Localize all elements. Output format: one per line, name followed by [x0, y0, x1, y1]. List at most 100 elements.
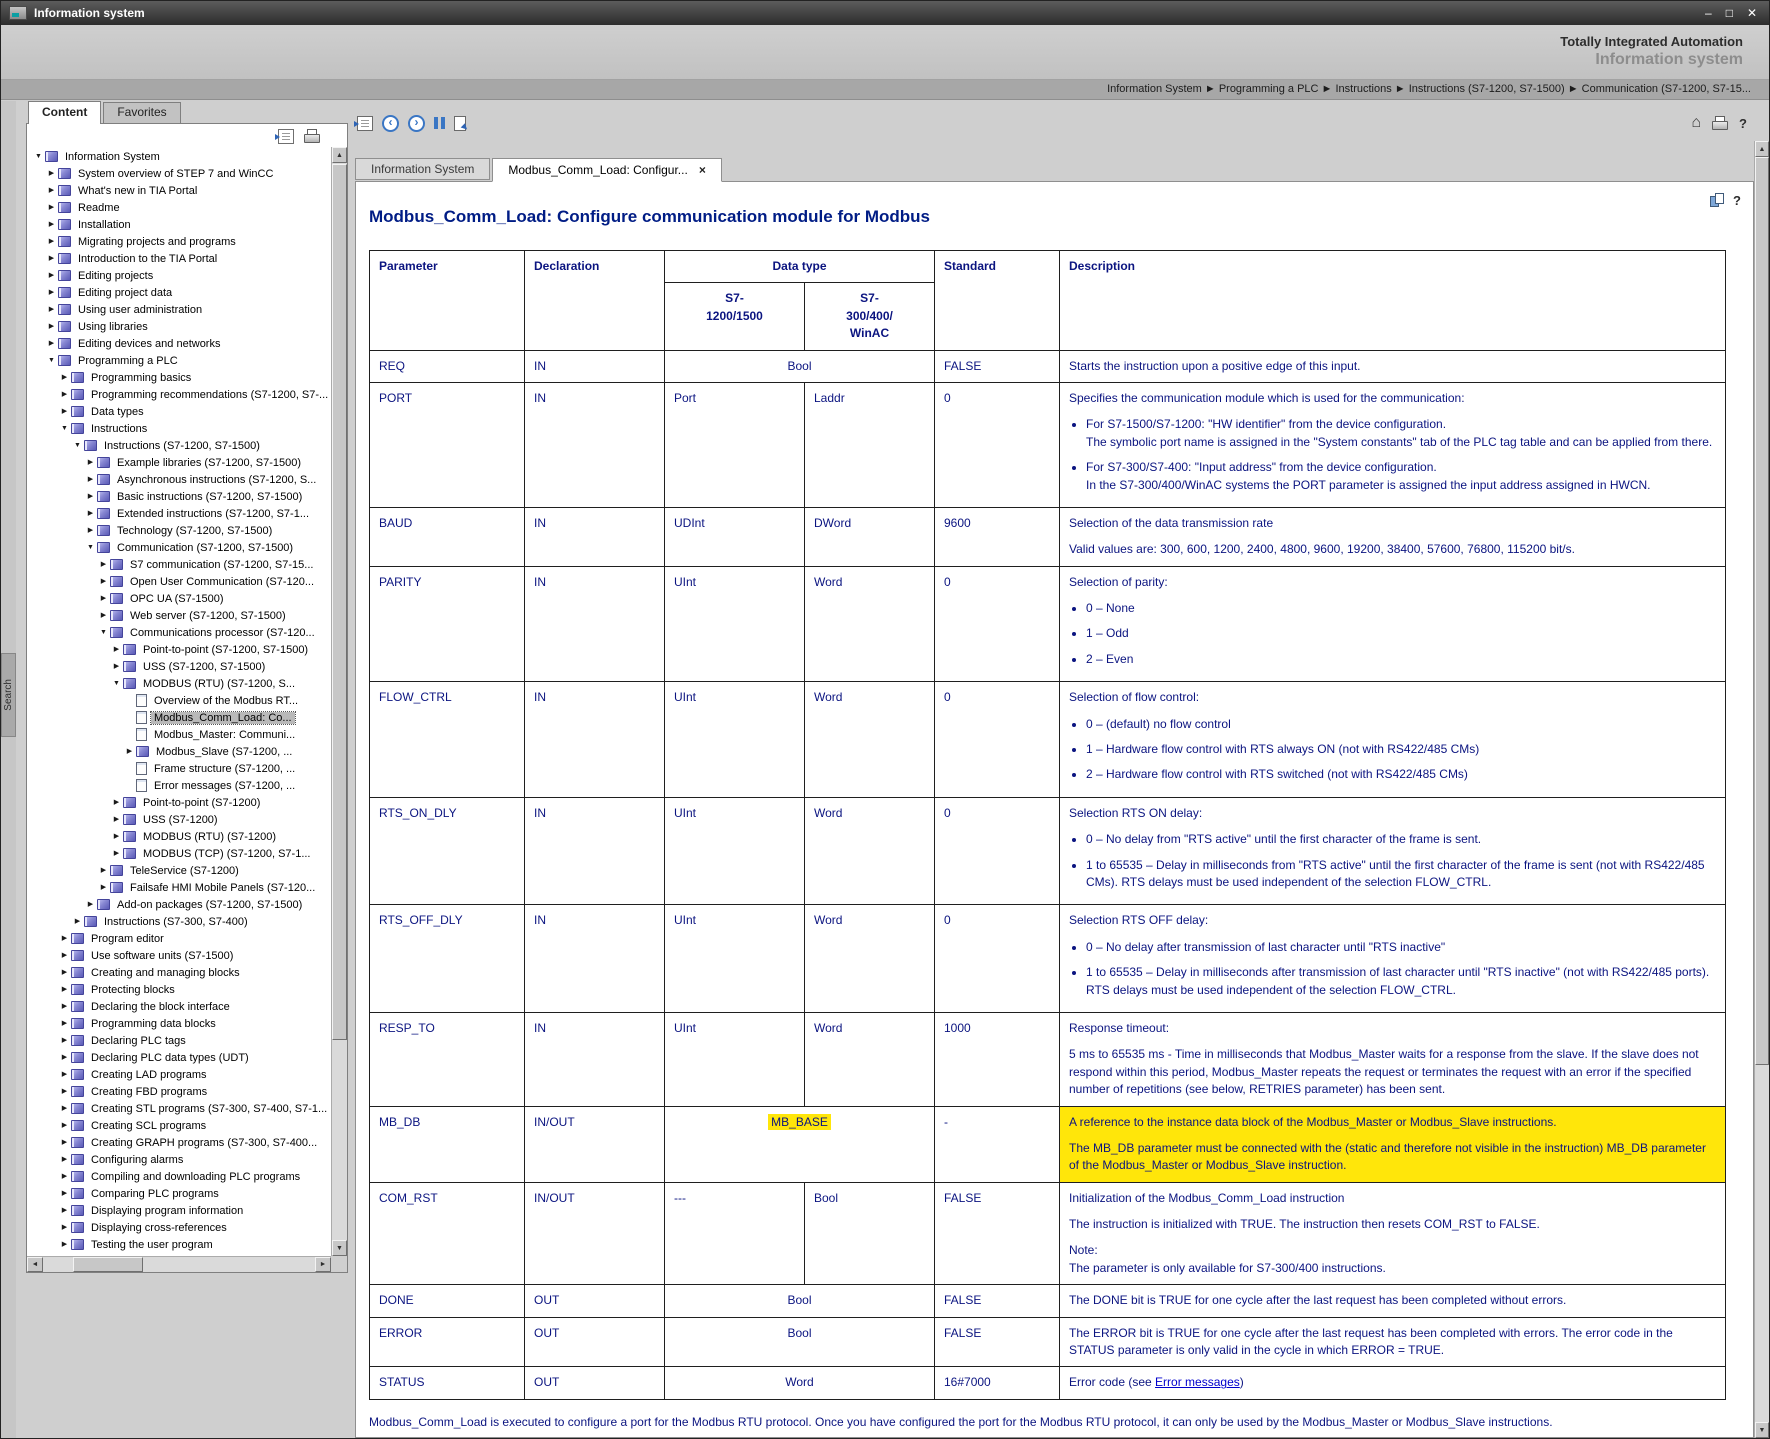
expander-closed-icon[interactable]: ▶: [46, 165, 57, 182]
close-button[interactable]: ✕: [1747, 1, 1757, 25]
expander-closed-icon[interactable]: ▶: [59, 1134, 70, 1151]
tree-item[interactable]: Frame structure (S7-1200, ...: [29, 760, 330, 777]
tree-item[interactable]: ▼Communications processor (S7-120...: [29, 624, 330, 641]
breadcrumb[interactable]: Information System ► Programming a PLC ►…: [1, 80, 1769, 100]
tab-modbus-comm-load[interactable]: Modbus_Comm_Load: Configur... ×: [492, 158, 721, 182]
expander-closed-icon[interactable]: ▶: [72, 913, 83, 930]
tree-item[interactable]: ▶Creating SCL programs: [29, 1117, 330, 1134]
tree-item[interactable]: Modbus_Comm_Load: Co...: [29, 709, 330, 726]
tree-item[interactable]: ▶Technology (S7-1200, S7-1500): [29, 522, 330, 539]
tree-item[interactable]: ▶Basic instructions (S7-1200, S7-1500): [29, 488, 330, 505]
expander-closed-icon[interactable]: ▶: [59, 369, 70, 386]
back-icon[interactable]: ‹: [382, 115, 399, 132]
tree-item[interactable]: ▶MODBUS (RTU) (S7-1200): [29, 828, 330, 845]
tree-item[interactable]: ▶Creating and managing blocks: [29, 964, 330, 981]
scroll-right-button[interactable]: ►: [315, 1257, 331, 1272]
expander-closed-icon[interactable]: ▶: [59, 998, 70, 1015]
expander-closed-icon[interactable]: ▶: [59, 1168, 70, 1185]
tab-favorites[interactable]: Favorites: [103, 102, 180, 123]
tree-item[interactable]: ▶Editing devices and networks: [29, 335, 330, 352]
maximize-button[interactable]: □: [1726, 1, 1733, 25]
tree-item[interactable]: ▶Asynchronous instructions (S7-1200, S..…: [29, 471, 330, 488]
expander-closed-icon[interactable]: ▶: [59, 403, 70, 420]
tree-item[interactable]: ▶Creating FBD programs: [29, 1083, 330, 1100]
show-in-contents-icon[interactable]: [357, 116, 373, 131]
tree-item[interactable]: ▶Protecting blocks: [29, 981, 330, 998]
tree-scroll-thumb[interactable]: [332, 164, 347, 1040]
tree-item[interactable]: ▶Editing project data: [29, 284, 330, 301]
tree-item[interactable]: ▼Communication (S7-1200, S7-1500): [29, 539, 330, 556]
expander-closed-icon[interactable]: ▶: [46, 318, 57, 335]
expander-closed-icon[interactable]: ▶: [85, 896, 96, 913]
locate-topic-icon[interactable]: [278, 129, 294, 144]
tree-item[interactable]: ▶Point-to-point (S7-1200, S7-1500): [29, 641, 330, 658]
expander-closed-icon[interactable]: ▶: [59, 1236, 70, 1253]
tree-item[interactable]: ▶Programming basics: [29, 369, 330, 386]
expander-closed-icon[interactable]: ▶: [85, 488, 96, 505]
home-icon[interactable]: ⌂: [1691, 115, 1701, 131]
expander-closed-icon[interactable]: ▶: [59, 1253, 70, 1255]
tree-item[interactable]: ▶Migrating projects and programs: [29, 233, 330, 250]
tree-item[interactable]: ▶Creating STL programs (S7-300, S7-400, …: [29, 1100, 330, 1117]
expander-closed-icon[interactable]: ▶: [59, 964, 70, 981]
expander-closed-icon[interactable]: ▶: [111, 828, 122, 845]
tree-item[interactable]: ▶USS (S7-1200, S7-1500): [29, 658, 330, 675]
scroll-down-button[interactable]: ▼: [332, 1240, 347, 1256]
tree-item[interactable]: ▶OPC UA (S7-1500): [29, 590, 330, 607]
scroll-down-button[interactable]: ▼: [1755, 1422, 1769, 1438]
tree-item[interactable]: ▶Data types: [29, 403, 330, 420]
related-topics-icon[interactable]: [1710, 193, 1726, 208]
expander-open-icon[interactable]: ▼: [85, 539, 96, 556]
expander-closed-icon[interactable]: ▶: [46, 301, 57, 318]
tab-close-icon[interactable]: ×: [699, 160, 706, 180]
tree-item[interactable]: ▶Installation: [29, 216, 330, 233]
tree-item[interactable]: ▶Declaring PLC tags: [29, 1032, 330, 1049]
expander-closed-icon[interactable]: ▶: [111, 845, 122, 862]
expander-closed-icon[interactable]: ▶: [46, 284, 57, 301]
forward-icon[interactable]: ›: [408, 115, 425, 132]
tree-item[interactable]: ▶Point-to-point (S7-1200): [29, 794, 330, 811]
expander-open-icon[interactable]: ▼: [59, 420, 70, 437]
tree-item[interactable]: ▶Modbus_Slave (S7-1200, ...: [29, 743, 330, 760]
expander-closed-icon[interactable]: ▶: [59, 947, 70, 964]
expander-closed-icon[interactable]: ▶: [111, 794, 122, 811]
expander-closed-icon[interactable]: ▶: [111, 641, 122, 658]
tree-item[interactable]: ▶Using user administration: [29, 301, 330, 318]
tree-item[interactable]: ▶Declaring the block interface: [29, 998, 330, 1015]
tree-item[interactable]: ▶Displaying cross-references: [29, 1219, 330, 1236]
expander-closed-icon[interactable]: ▶: [59, 1049, 70, 1066]
expander-closed-icon[interactable]: ▶: [59, 1185, 70, 1202]
tree-item[interactable]: ▶Supervision of machinery and plants wit…: [29, 1253, 330, 1255]
help-icon[interactable]: ?: [1739, 116, 1747, 131]
tab-information-system[interactable]: Information System: [355, 158, 490, 180]
expander-closed-icon[interactable]: ▶: [98, 879, 109, 896]
tree-vertical-scrollbar[interactable]: ▲ ▼: [331, 147, 347, 1256]
error-messages-link[interactable]: Error messages: [1155, 1375, 1240, 1389]
tree-item[interactable]: ▶Add-on packages (S7-1200, S7-1500): [29, 896, 330, 913]
tree-item[interactable]: ▼Instructions (S7-1200, S7-1500): [29, 437, 330, 454]
expander-closed-icon[interactable]: ▶: [59, 1083, 70, 1100]
tab-content[interactable]: Content: [28, 101, 101, 124]
tree-item[interactable]: ▼MODBUS (RTU) (S7-1200, S...: [29, 675, 330, 692]
tree-item[interactable]: Error messages (S7-1200, ...: [29, 777, 330, 794]
expander-closed-icon[interactable]: ▶: [111, 811, 122, 828]
expander-closed-icon[interactable]: ▶: [85, 522, 96, 539]
expander-closed-icon[interactable]: ▶: [59, 1066, 70, 1083]
expander-open-icon[interactable]: ▼: [46, 352, 57, 369]
expander-closed-icon[interactable]: ▶: [59, 1219, 70, 1236]
expander-closed-icon[interactable]: ▶: [59, 981, 70, 998]
tree-item[interactable]: ▼Instructions: [29, 420, 330, 437]
tree-item[interactable]: ▶TeleService (S7-1200): [29, 862, 330, 879]
expander-closed-icon[interactable]: ▶: [46, 267, 57, 284]
expander-closed-icon[interactable]: ▶: [59, 930, 70, 947]
expander-open-icon[interactable]: ▼: [72, 437, 83, 454]
topic-vertical-scrollbar[interactable]: ▲ ▼: [1754, 141, 1769, 1438]
tree-item[interactable]: ▶Testing the user program: [29, 1236, 330, 1253]
tree-item[interactable]: ▶Configuring alarms: [29, 1151, 330, 1168]
expander-closed-icon[interactable]: ▶: [59, 1202, 70, 1219]
tree-item[interactable]: ▶Programming recommendations (S7-1200, S…: [29, 386, 330, 403]
print-page-icon[interactable]: [1712, 116, 1728, 131]
tree-item[interactable]: ▶System overview of STEP 7 and WinCC: [29, 165, 330, 182]
tree-item[interactable]: ▶Introduction to the TIA Portal: [29, 250, 330, 267]
tree-item[interactable]: ▶S7 communication (S7-1200, S7-15...: [29, 556, 330, 573]
